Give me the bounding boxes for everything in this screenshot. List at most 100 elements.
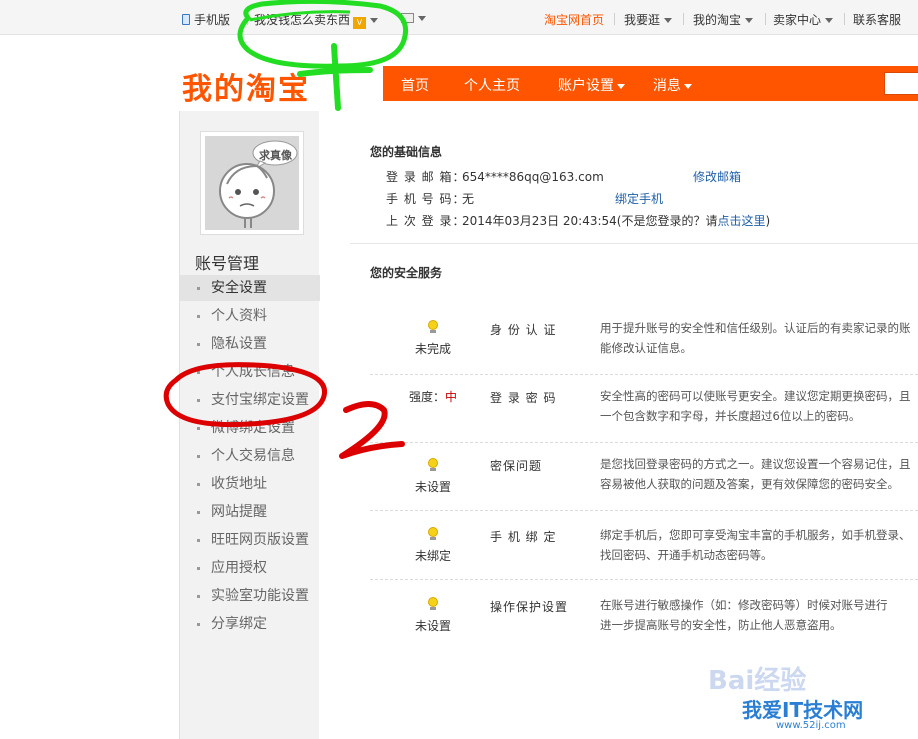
service-status: 未绑定 (414, 549, 451, 563)
mobile-phone-icon (182, 14, 190, 25)
chevron-down-icon (617, 83, 625, 89)
sidebar-item-alipay-binding[interactable]: 支付宝绑定设置 (180, 387, 320, 413)
service-name: 密保问题 (490, 459, 543, 473)
seller-center-dropdown[interactable]: 卖家中心 (773, 11, 834, 28)
search-input[interactable] (884, 72, 918, 95)
lightbulb-icon (427, 458, 439, 472)
nav-home[interactable]: 首页 (401, 75, 429, 95)
change-email-link[interactable]: 修改邮箱 (693, 168, 741, 185)
nav-messages[interactable]: 消息 (653, 75, 692, 95)
topbar-divider (765, 13, 766, 25)
topbar-divider (844, 13, 845, 25)
sidebar-item-weibo-binding[interactable]: 微博绑定设置 (180, 415, 320, 441)
sidebar-item-trade-info[interactable]: 个人交易信息 (180, 443, 320, 469)
bullet-icon (197, 287, 200, 290)
service-name: 手 机 绑 定 (490, 530, 557, 544)
sidebar-item-site-reminder[interactable]: 网站提醒 (180, 499, 320, 525)
bullet-icon (197, 567, 200, 570)
service-row-identity: 未完成 身 份 认 证 用于提升账号的安全性和信任级别。认证后的有卖家记录的账能… (370, 307, 918, 375)
green-number-one (297, 43, 373, 111)
chevron-down-icon (825, 18, 834, 23)
site-topbar: 手机版 我没钱怎么卖东西 V 淘宝网首页 我要逛 我的淘宝 卖家中心 联系客服 (0, 0, 918, 35)
service-name: 操作保护设置 (490, 600, 569, 614)
lightbulb-icon (427, 527, 439, 541)
security-services-heading: 您的安全服务 (370, 266, 443, 280)
basic-info-heading: 您的基础信息 (370, 145, 443, 159)
service-row-operation-protection: 未设置 操作保护设置 在账号进行敏感操作（如：修改密码等）时候对账号进行 进一步提… (370, 580, 918, 648)
password-strength: 强度：中 (408, 390, 458, 404)
service-description: 绑定手机后，您即可享受淘宝丰富的手机服务，如手机登录、 找回密码、开通手机动态密码… (600, 528, 911, 562)
seller-level-icon: V (353, 17, 367, 29)
my-taobao-logo[interactable]: 我的淘宝 (182, 64, 310, 108)
security-settings-panel: 您的基础信息 登 录 邮 箱：654****86qq@163.com 修改邮箱 … (320, 111, 918, 739)
service-status: 未完成 (414, 342, 451, 356)
sidebar-item-growth[interactable]: 个人成长信息 (180, 359, 320, 385)
watermark-brand: Bai经验 (708, 666, 807, 696)
last-login-value: 2014年03月23日 20:43:54(不是您登录的？请 (462, 214, 718, 228)
lightbulb-icon (427, 597, 439, 611)
watermark-url: www.52ij.com (776, 720, 846, 731)
bullet-icon (197, 315, 200, 318)
email-row: 登 录 邮 箱：654****86qq@163.com (386, 170, 604, 184)
sidebar-item-address[interactable]: 收货地址 (180, 471, 320, 497)
bind-phone-link[interactable]: 绑定手机 (615, 190, 663, 207)
sidebar-item-privacy[interactable]: 隐私设置 (180, 331, 320, 357)
account-sidebar: 求真像 账号管理 安全设置 个人资料 隐私设置 个人成长信息 支付宝绑定设置 微… (179, 111, 320, 739)
topbar-divider (614, 13, 615, 25)
mail-icon (401, 13, 414, 23)
service-name: 登 录 密 码 (490, 391, 557, 405)
service-description: 在账号进行敏感操作（如：修改密码等）时候对账号进行 进一步提高账号的安全性，防止他… (600, 598, 888, 632)
service-row-phone-binding: 未绑定 手 机 绑 定 绑定手机后，您即可享受淘宝丰富的手机服务，如手机登录、找… (370, 511, 918, 579)
chevron-down-icon (418, 16, 426, 21)
service-row-security-question: 未设置 密保问题 是您找回登录密码的方式之一。建议您设置一个容易记住，且 容易被他… (370, 443, 918, 511)
chevron-down-icon (370, 18, 379, 23)
report-login-link[interactable]: 点击这里 (717, 214, 765, 228)
browse-dropdown[interactable]: 我要逛 (624, 11, 673, 28)
lightbulb-icon (427, 320, 439, 334)
bullet-icon (197, 371, 200, 374)
bullet-icon (197, 343, 200, 346)
avatar[interactable]: 求真像 (200, 131, 304, 235)
chevron-down-icon (745, 18, 754, 23)
bullet-icon (197, 511, 200, 514)
watermark-site: 我爱IT技术网 (742, 698, 864, 722)
nav-account-settings[interactable]: 账户设置 (558, 75, 625, 95)
sidebar-item-profile[interactable]: 个人资料 (180, 303, 320, 329)
sidebar-item-app-auth[interactable]: 应用授权 (180, 555, 320, 581)
chevron-down-icon (664, 18, 673, 23)
account-management-heading: 账号管理 (195, 254, 260, 273)
my-taobao-dropdown[interactable]: 我的淘宝 (693, 11, 754, 28)
contact-service-link[interactable]: 联系客服 (853, 11, 901, 28)
service-description: 安全性高的密码可以使账号更安全。建议您定期更换密码，且 一个包含数字和字母，并长度… (600, 389, 911, 423)
topbar-divider (683, 13, 684, 25)
email-value: 654****86qq@163.com (462, 170, 604, 184)
taobao-home-link[interactable]: 淘宝网首页 (544, 11, 604, 28)
sidebar-item-lab-features[interactable]: 实验室功能设置 (180, 583, 320, 609)
topbar-divider (247, 13, 248, 25)
bullet-icon (197, 595, 200, 598)
section-divider (350, 243, 918, 244)
phone-value: 无 (462, 192, 475, 206)
service-status: 未设置 (414, 619, 451, 633)
annotation-2-label: 2 (0, 0, 1, 1)
last-login-row: 上 次 登 录：2014年03月23日 20:43:54(不是您登录的？请点击这… (386, 214, 771, 228)
service-status: 未设置 (414, 480, 451, 494)
service-row-login-password: 强度：中 登 录 密 码 安全性高的密码可以使账号更安全。建议您定期更换密码，且… (370, 375, 918, 443)
service-description: 是您找回登录密码的方式之一。建议您设置一个容易记住，且 容易被他人获取的问题及答案… (600, 457, 911, 491)
service-name: 身 份 认 证 (490, 323, 557, 337)
main-nav: 首页 个人主页 账户设置 消息 (383, 66, 918, 101)
user-nickname-link[interactable]: 我没钱怎么卖东西 V (254, 11, 379, 29)
service-description: 用于提升账号的安全性和信任级别。认证后的有卖家记录的账 能修改认证信息。 (600, 321, 911, 355)
chevron-down-icon (684, 83, 692, 89)
sidebar-item-share-binding[interactable]: 分享绑定 (180, 611, 320, 637)
nav-personal-page[interactable]: 个人主页 (464, 75, 520, 95)
messages-dropdown[interactable] (401, 11, 426, 25)
mobile-version-link[interactable]: 手机版 (182, 11, 230, 28)
avatar-badge-text: 求真像 (259, 149, 292, 162)
watermark: Bai经验 我爱IT技术网 www.52ij.com (708, 660, 913, 736)
sidebar-item-wangwang-web[interactable]: 旺旺网页版设置 (180, 527, 320, 553)
bullet-icon (197, 539, 200, 542)
bullet-icon (197, 399, 200, 402)
sidebar-item-security[interactable]: 安全设置 (180, 275, 320, 301)
bullet-icon (197, 483, 200, 486)
